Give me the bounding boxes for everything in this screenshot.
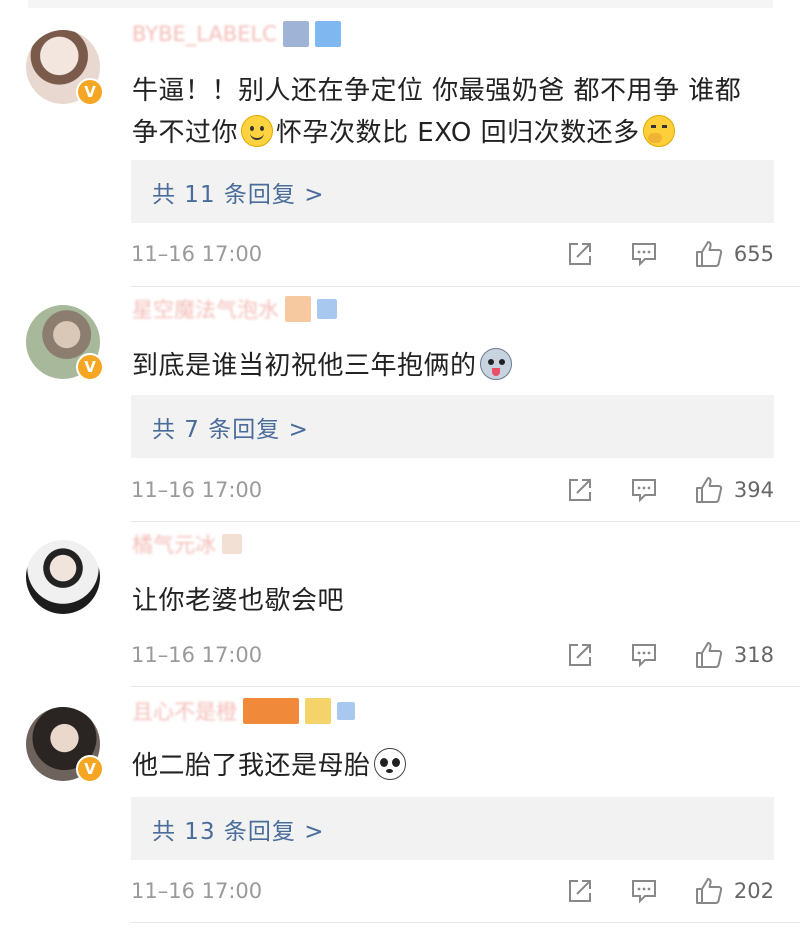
husky-emoji-icon [479, 348, 512, 380]
divider [131, 521, 800, 522]
replies-box[interactable]: 共 13 条回复 > [131, 797, 774, 860]
comment-text-part: 到底是谁当初祝他三年抱俩的 [132, 351, 477, 381]
share-icon[interactable] [566, 240, 594, 268]
comment-meta: 11–16 17:00 394 [131, 475, 774, 505]
avatar[interactable] [26, 540, 100, 614]
timestamp: 11–16 17:00 [131, 879, 263, 903]
replies-box[interactable]: 共 7 条回复 > [131, 395, 774, 458]
thumbs-up-icon[interactable] [694, 475, 724, 505]
mosaic-icon [285, 296, 311, 322]
username[interactable]: 星空魔法气泡水 [132, 295, 337, 323]
comment-actions: 394 [566, 475, 774, 505]
comment-meta: 11–16 17:00 655 [131, 239, 774, 269]
verified-badge-icon: V [76, 353, 104, 381]
timestamp: 11–16 17:00 [131, 242, 263, 266]
comment-text: 到底是谁当初祝他三年抱俩的 [132, 345, 767, 387]
username-text: BYBE_LABELC [132, 22, 277, 46]
view-replies-link[interactable]: 共 7 条回复 > [152, 410, 309, 444]
verified-badge-icon: V [76, 755, 104, 783]
verified-badge-icon: V [76, 78, 104, 106]
comment-icon[interactable] [630, 641, 658, 669]
avatar[interactable]: V [26, 707, 104, 783]
comment-icon[interactable] [630, 877, 658, 905]
divider [131, 686, 800, 687]
like-count: 394 [733, 478, 774, 502]
share-icon[interactable] [566, 476, 594, 504]
thinking-emoji-icon [642, 115, 675, 147]
mosaic-icon [305, 698, 331, 724]
comment-text: 让你老婆也歇会吧 [132, 580, 767, 622]
thumbs-up-icon[interactable] [694, 239, 724, 269]
comment-actions: 202 [566, 876, 774, 906]
comment-meta: 11–16 17:00 202 [131, 876, 774, 906]
previous-comment-tail [28, 0, 773, 8]
thumbs-up-icon[interactable] [694, 876, 724, 906]
comment-text: 他二胎了我还是母胎 [132, 745, 767, 787]
comment-meta: 11–16 17:00 318 [131, 640, 774, 670]
view-replies-link[interactable]: 共 13 条回复 > [152, 812, 324, 846]
divider [131, 922, 800, 923]
comment-text-part: 怀孕次数比 EXO 回归次数还多 [276, 118, 640, 148]
avatar-image [26, 540, 100, 614]
username[interactable]: 且心不是橙 [132, 697, 355, 725]
mosaic-icon [314, 21, 341, 47]
comment-feed: V BYBE_LABELC 牛逼！！别人还在争定位 你最强奶爸 都不用争 谁都争… [0, 0, 800, 939]
mosaic-icon [337, 702, 355, 720]
mosaic-icon [243, 698, 299, 724]
avatar[interactable]: V [26, 30, 104, 106]
share-icon[interactable] [566, 877, 594, 905]
timestamp: 11–16 17:00 [131, 478, 263, 502]
comment-actions: 318 [566, 640, 774, 670]
username[interactable]: BYBE_LABELC [132, 20, 341, 48]
timestamp: 11–16 17:00 [131, 643, 263, 667]
username-text: 橘气元冰 [132, 533, 216, 557]
comment-text-part: 他二胎了我还是母胎 [132, 751, 371, 781]
panda-emoji-icon [373, 748, 406, 780]
comment-text-part: 让你老婆也歇会吧 [132, 586, 345, 616]
like-count: 655 [733, 242, 774, 266]
comment-icon[interactable] [630, 240, 658, 268]
divider [131, 286, 800, 287]
replies-box[interactable]: 共 11 条回复 > [131, 160, 774, 223]
comment-icon[interactable] [630, 476, 658, 504]
share-icon[interactable] [566, 641, 594, 669]
username-text: 且心不是橙 [132, 700, 237, 724]
mosaic-icon [222, 534, 242, 554]
avatar[interactable]: V [26, 305, 104, 381]
thumbs-up-icon[interactable] [694, 640, 724, 670]
like-count: 202 [733, 879, 774, 903]
comment-text: 牛逼！！别人还在争定位 你最强奶爸 都不用争 谁都争不过你 怀孕次数比 EXO 回… [132, 70, 767, 154]
like-count: 318 [733, 643, 774, 667]
view-replies-link[interactable]: 共 11 条回复 > [152, 175, 324, 209]
username[interactable]: 橘气元冰 [132, 530, 242, 558]
mosaic-icon [317, 299, 337, 319]
comment-actions: 655 [566, 239, 774, 269]
mosaic-icon [282, 21, 309, 47]
smile-emoji-icon [241, 115, 274, 147]
username-text: 星空魔法气泡水 [132, 298, 279, 322]
